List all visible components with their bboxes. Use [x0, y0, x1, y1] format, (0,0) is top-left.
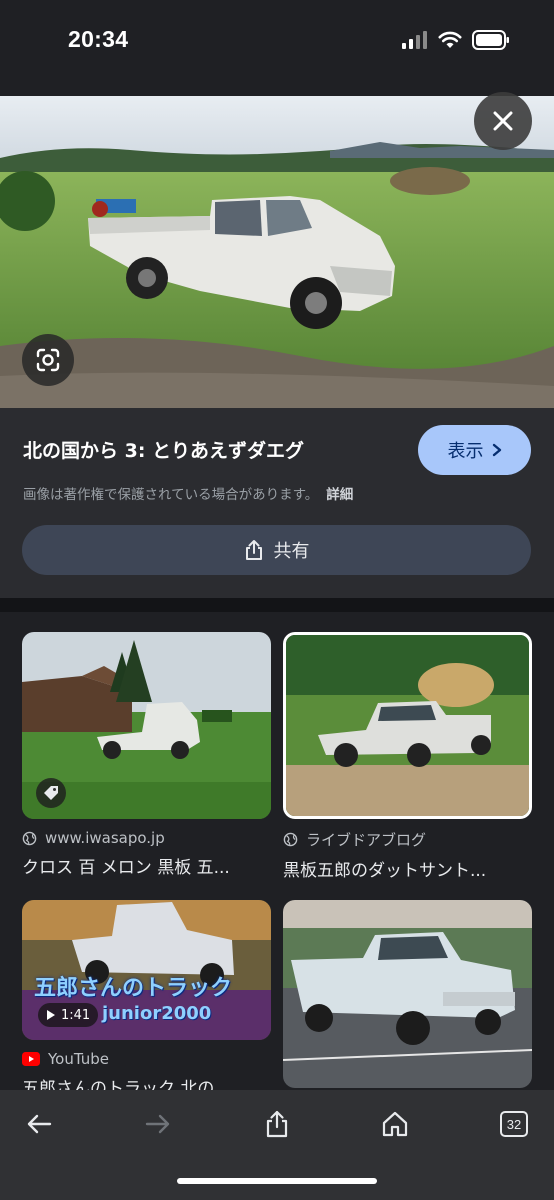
result-caption[interactable]: クロス 百 メロン 黒板 五... [22, 853, 271, 878]
truck-photo [0, 96, 554, 408]
share-icon [245, 540, 262, 560]
result-source: ライブドアブログ [283, 829, 532, 850]
bottom-toolbar: 32 [0, 1090, 554, 1200]
battery-icon [472, 30, 509, 50]
video-duration: 1:41 [61, 1007, 91, 1023]
details-link[interactable]: 詳細 [326, 487, 353, 503]
chevron-right-icon [492, 443, 501, 457]
copyright-notice: 画像は著作権で保護されている場合があります。 詳細 [23, 483, 353, 503]
status-time: 20:34 [68, 26, 129, 52]
status-icons [402, 30, 510, 50]
arrow-right-icon [145, 1114, 170, 1134]
thumbnail-photo [283, 900, 532, 1088]
result-thumbnail[interactable] [283, 632, 532, 819]
wifi-icon [438, 31, 462, 48]
globe-icon [283, 832, 298, 847]
lens-button[interactable] [22, 334, 74, 386]
result-card[interactable]: www.iwasapo.jp クロス 百 メロン 黒板 五... [22, 632, 271, 878]
result-caption[interactable]: 五郎さんのトラック 北の [22, 1074, 271, 1090]
arrow-left-icon [27, 1114, 52, 1134]
result-source: www.iwasapo.jp [22, 829, 271, 847]
home-button[interactable] [375, 1104, 415, 1144]
image-title: 北の国から 3: とりあえずダエグ [23, 440, 305, 462]
result-card[interactable]: 五郎さんのトラック junior2000 1:41 YouTube 五郎さんのト… [22, 900, 271, 1090]
tag-badge [36, 778, 66, 808]
source-name: YouTube [48, 1050, 109, 1068]
result-card[interactable]: ライブドアブログ 黒板五郎のダットサント... [283, 632, 532, 881]
share-button[interactable]: 共有 [22, 525, 531, 575]
visit-button[interactable]: 表示 [418, 425, 531, 475]
share-icon [266, 1110, 288, 1138]
tabs-button[interactable]: 32 [494, 1104, 534, 1144]
result-source: YouTube [22, 1050, 271, 1068]
status-bar: 20:34 [0, 0, 554, 96]
related-results: www.iwasapo.jp クロス 百 メロン 黒板 五... ライブドアブロ… [0, 612, 554, 1090]
main-image[interactable] [0, 96, 554, 408]
home-icon [382, 1111, 408, 1137]
home-indicator [177, 1178, 377, 1184]
tag-icon [44, 786, 58, 800]
globe-icon [22, 831, 37, 845]
video-duration-badge: 1:41 [38, 1003, 99, 1027]
source-name: ライブドアブログ [306, 831, 427, 849]
result-card[interactable] [283, 900, 532, 1088]
result-thumbnail[interactable] [22, 632, 271, 819]
divider [0, 598, 554, 612]
share-toolbar-button[interactable] [257, 1104, 297, 1144]
forward-button[interactable] [138, 1104, 178, 1144]
result-thumbnail[interactable]: 五郎さんのトラック junior2000 1:41 [22, 900, 271, 1040]
youtube-icon [22, 1052, 40, 1066]
close-icon [493, 111, 513, 131]
thumbnail-photo [286, 635, 529, 816]
result-thumbnail[interactable] [283, 900, 532, 1088]
visit-label: 表示 [447, 441, 484, 462]
play-icon [47, 1010, 55, 1020]
copyright-text: 画像は著作権で保護されている場合があります。 [23, 487, 319, 503]
tabs-count: 32 [500, 1111, 528, 1137]
video-overlay-title: 五郎さんのトラック [34, 976, 233, 1001]
result-caption[interactable]: 黒板五郎のダットサント... [283, 856, 532, 881]
share-label: 共有 [273, 541, 310, 562]
signal-icon [402, 31, 427, 49]
close-button[interactable] [474, 92, 532, 150]
video-overlay-sub: junior2000 [102, 1003, 212, 1024]
image-info-panel: 北の国から 3: とりあえずダエグ 表示 画像は著作権で保護されている場合があり… [0, 408, 554, 598]
source-name: www.iwasapo.jp [45, 829, 165, 847]
back-button[interactable] [19, 1104, 59, 1144]
lens-icon [36, 348, 60, 372]
